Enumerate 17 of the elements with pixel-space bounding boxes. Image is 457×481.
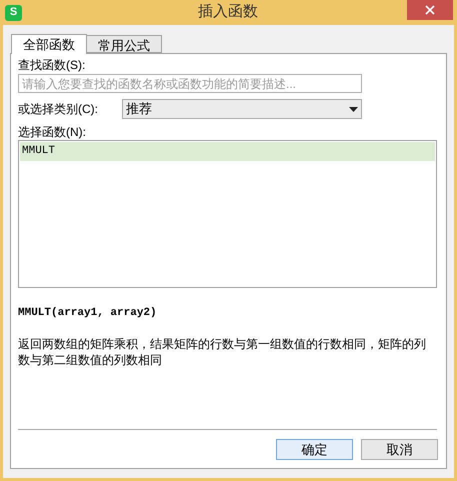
category-dropdown[interactable]: 推荐 (122, 99, 362, 119)
app-icon: S (5, 4, 22, 20)
function-list-label: 选择函数(N): (18, 124, 87, 140)
window-title: 插入函数 (197, 2, 259, 22)
tab[interactable]: 常用公式 (87, 35, 162, 53)
function-item[interactable]: MMULT (20, 142, 435, 161)
close-icon (425, 5, 435, 15)
search-label: 查找函数(S): (18, 57, 86, 73)
category-label: 或选择类别(C): (18, 101, 99, 118)
ok-button[interactable]: 确定 (276, 439, 353, 460)
caret-icon (349, 106, 358, 112)
function-description: 返回两数组的矩阵乘积，结果矩阵的行数与第一组数值的行数相同，矩阵的列数与第二组数值的列数相同 (18, 336, 427, 368)
function-signature: MMULT(array1, array2) (18, 306, 158, 321)
search-field[interactable]: 请输入您要查找的函数名称或函数功能的简要描述... (18, 74, 362, 93)
cancel-button[interactable]: 取消 (361, 439, 438, 460)
tab[interactable]: 全部函数 (11, 34, 87, 54)
close-button[interactable] (407, 0, 453, 20)
